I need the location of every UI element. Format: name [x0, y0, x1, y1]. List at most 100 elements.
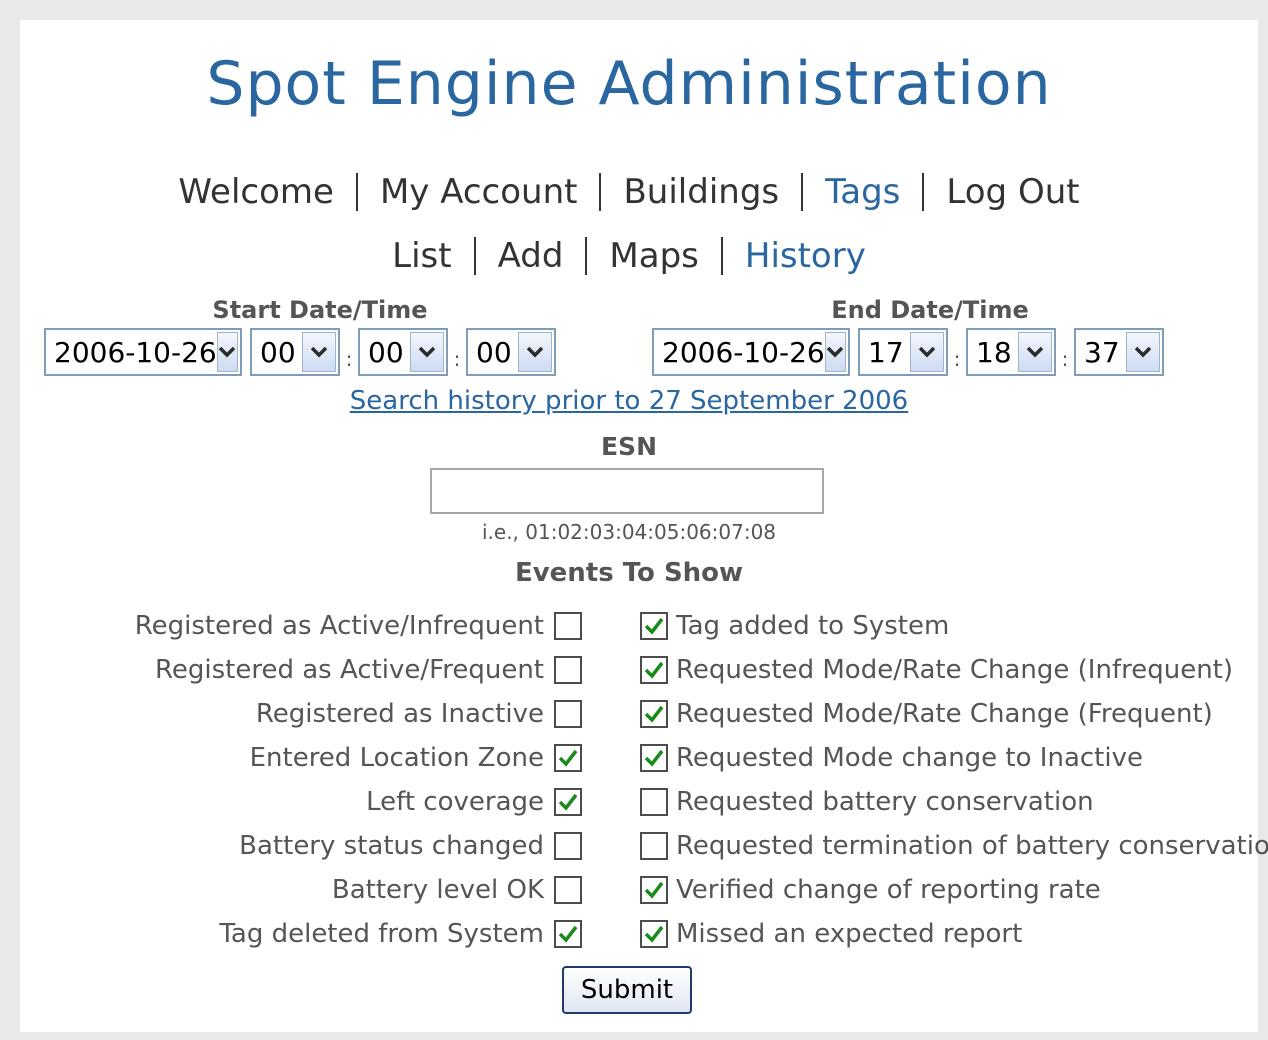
event-label: Left coverage [366, 787, 544, 817]
event-label: Entered Location Zone [249, 743, 544, 773]
end-hour-select[interactable]: 17 [858, 328, 948, 376]
subnav-add[interactable]: Add [498, 236, 564, 276]
page: Spot Engine Administration Welcome My Ac… [20, 20, 1268, 1032]
nav-tags[interactable]: Tags [825, 172, 900, 212]
event-label: Requested Mode change to Inactive [676, 743, 1143, 773]
nav-divider [355, 173, 358, 211]
start-date-select[interactable]: 2006-10-26 [44, 328, 242, 376]
search-history-link[interactable]: Search history prior to 27 September 200… [20, 386, 1238, 416]
end-date-value: 2006-10-26 [662, 335, 825, 369]
event-option-right[interactable]: Requested Mode/Rate Change (Infrequent) [640, 654, 1233, 686]
event-option-right[interactable]: Requested Mode/Rate Change (Frequent) [640, 698, 1213, 730]
event-checkbox[interactable] [554, 656, 582, 684]
chevron-down-icon [824, 332, 846, 372]
event-option-right[interactable]: Requested termination of battery conserv… [640, 830, 1268, 862]
submit-button[interactable]: Submit [562, 966, 692, 1014]
time-separator: : [345, 347, 353, 371]
end-date-select[interactable]: 2006-10-26 [652, 328, 850, 376]
end-second-select[interactable]: 37 [1074, 328, 1164, 376]
event-checkbox[interactable] [640, 612, 668, 640]
event-checkbox[interactable] [640, 876, 668, 904]
event-checkbox[interactable] [554, 788, 582, 816]
event-option-right[interactable]: Missed an expected report [640, 918, 1022, 950]
event-label: Battery status changed [239, 831, 544, 861]
checkmark-icon [644, 705, 664, 723]
checkmark-icon [558, 749, 578, 767]
nav-divider [801, 173, 804, 211]
event-label: Registered as Active/Frequent [155, 655, 544, 685]
event-checkbox[interactable] [554, 876, 582, 904]
event-checkbox[interactable] [640, 832, 668, 860]
event-label: Requested Mode/Rate Change (Frequent) [676, 699, 1213, 729]
checkmark-icon [644, 881, 664, 899]
event-option-right[interactable]: Requested Mode change to Inactive [640, 742, 1143, 774]
event-checkbox[interactable] [640, 920, 668, 948]
chevron-down-icon [1126, 332, 1160, 372]
event-checkbox[interactable] [640, 656, 668, 684]
event-checkbox[interactable] [640, 700, 668, 728]
event-checkbox[interactable] [554, 612, 582, 640]
nav-divider [922, 173, 925, 211]
start-hour-select[interactable]: 00 [250, 328, 340, 376]
event-label: Missed an expected report [676, 919, 1023, 949]
nav-buildings[interactable]: Buildings [623, 172, 779, 212]
start-datetime-label: Start Date/Time [212, 296, 428, 324]
event-label: Registered as Inactive [255, 699, 544, 729]
event-label: Tag deleted from System [219, 919, 544, 949]
nav-divider [585, 237, 588, 275]
event-option-left[interactable]: Entered Location Zone [250, 742, 582, 774]
end-datetime-row: 2006-10-26 17 : 18 : 37 [652, 328, 1164, 376]
event-checkbox[interactable] [554, 832, 582, 860]
event-checkbox[interactable] [554, 920, 582, 948]
end-minute-value: 18 [976, 335, 1012, 369]
checkmark-icon [558, 925, 578, 943]
event-option-left[interactable]: Battery level OK [332, 874, 582, 906]
start-minute-select[interactable]: 00 [358, 328, 448, 376]
event-checkbox[interactable] [554, 744, 582, 772]
checkmark-icon [558, 793, 578, 811]
start-date-value: 2006-10-26 [54, 335, 217, 369]
time-separator: : [953, 347, 961, 371]
chevron-down-icon [518, 332, 552, 372]
primary-nav: Welcome My Account Buildings Tags Log Ou… [20, 170, 1238, 214]
event-checkbox[interactable] [640, 788, 668, 816]
secondary-nav: List Add Maps History [20, 234, 1238, 278]
event-option-left[interactable]: Registered as Active/Frequent [155, 654, 582, 686]
event-label: Tag added to System [676, 611, 950, 641]
event-option-right[interactable]: Verified change of reporting rate [640, 874, 1101, 906]
time-separator: : [1061, 347, 1069, 371]
event-option-left[interactable]: Registered as Inactive [256, 698, 582, 730]
event-checkbox[interactable] [640, 744, 668, 772]
events-title: Events To Show [514, 558, 744, 588]
start-hour-value: 00 [260, 335, 296, 369]
event-label: Battery level OK [331, 875, 544, 905]
nav-divider [720, 237, 723, 275]
esn-hint: i.e., 01:02:03:04:05:06:07:08 [481, 520, 777, 544]
start-second-select[interactable]: 00 [466, 328, 556, 376]
subnav-history[interactable]: History [745, 236, 866, 276]
page-title: Spot Engine Administration [206, 49, 1052, 119]
chevron-down-icon [1018, 332, 1052, 372]
event-label: Requested battery conservation [676, 787, 1094, 817]
event-label: Requested termination of battery conserv… [676, 831, 1268, 861]
end-minute-select[interactable]: 18 [966, 328, 1056, 376]
nav-log-out[interactable]: Log Out [946, 172, 1079, 212]
event-option-right[interactable]: Tag added to System [640, 610, 949, 642]
checkmark-icon [644, 617, 664, 635]
event-checkbox[interactable] [554, 700, 582, 728]
event-label: Registered as Active/Infrequent [134, 611, 544, 641]
checkmark-icon [644, 661, 664, 679]
event-option-left[interactable]: Battery status changed [239, 830, 582, 862]
event-option-left[interactable]: Left coverage [366, 786, 582, 818]
start-second-value: 00 [476, 335, 512, 369]
esn-input[interactable] [430, 468, 824, 514]
subnav-maps[interactable]: Maps [609, 236, 698, 276]
event-option-left[interactable]: Tag deleted from System [219, 918, 582, 950]
subnav-list[interactable]: List [392, 236, 451, 276]
start-datetime-row: 2006-10-26 00 : 00 : 00 [44, 328, 556, 376]
checkmark-icon [644, 749, 664, 767]
nav-welcome[interactable]: Welcome [178, 172, 334, 212]
nav-my-account[interactable]: My Account [380, 172, 578, 212]
event-option-left[interactable]: Registered as Active/Infrequent [135, 610, 582, 642]
event-option-right[interactable]: Requested battery conservation [640, 786, 1094, 818]
